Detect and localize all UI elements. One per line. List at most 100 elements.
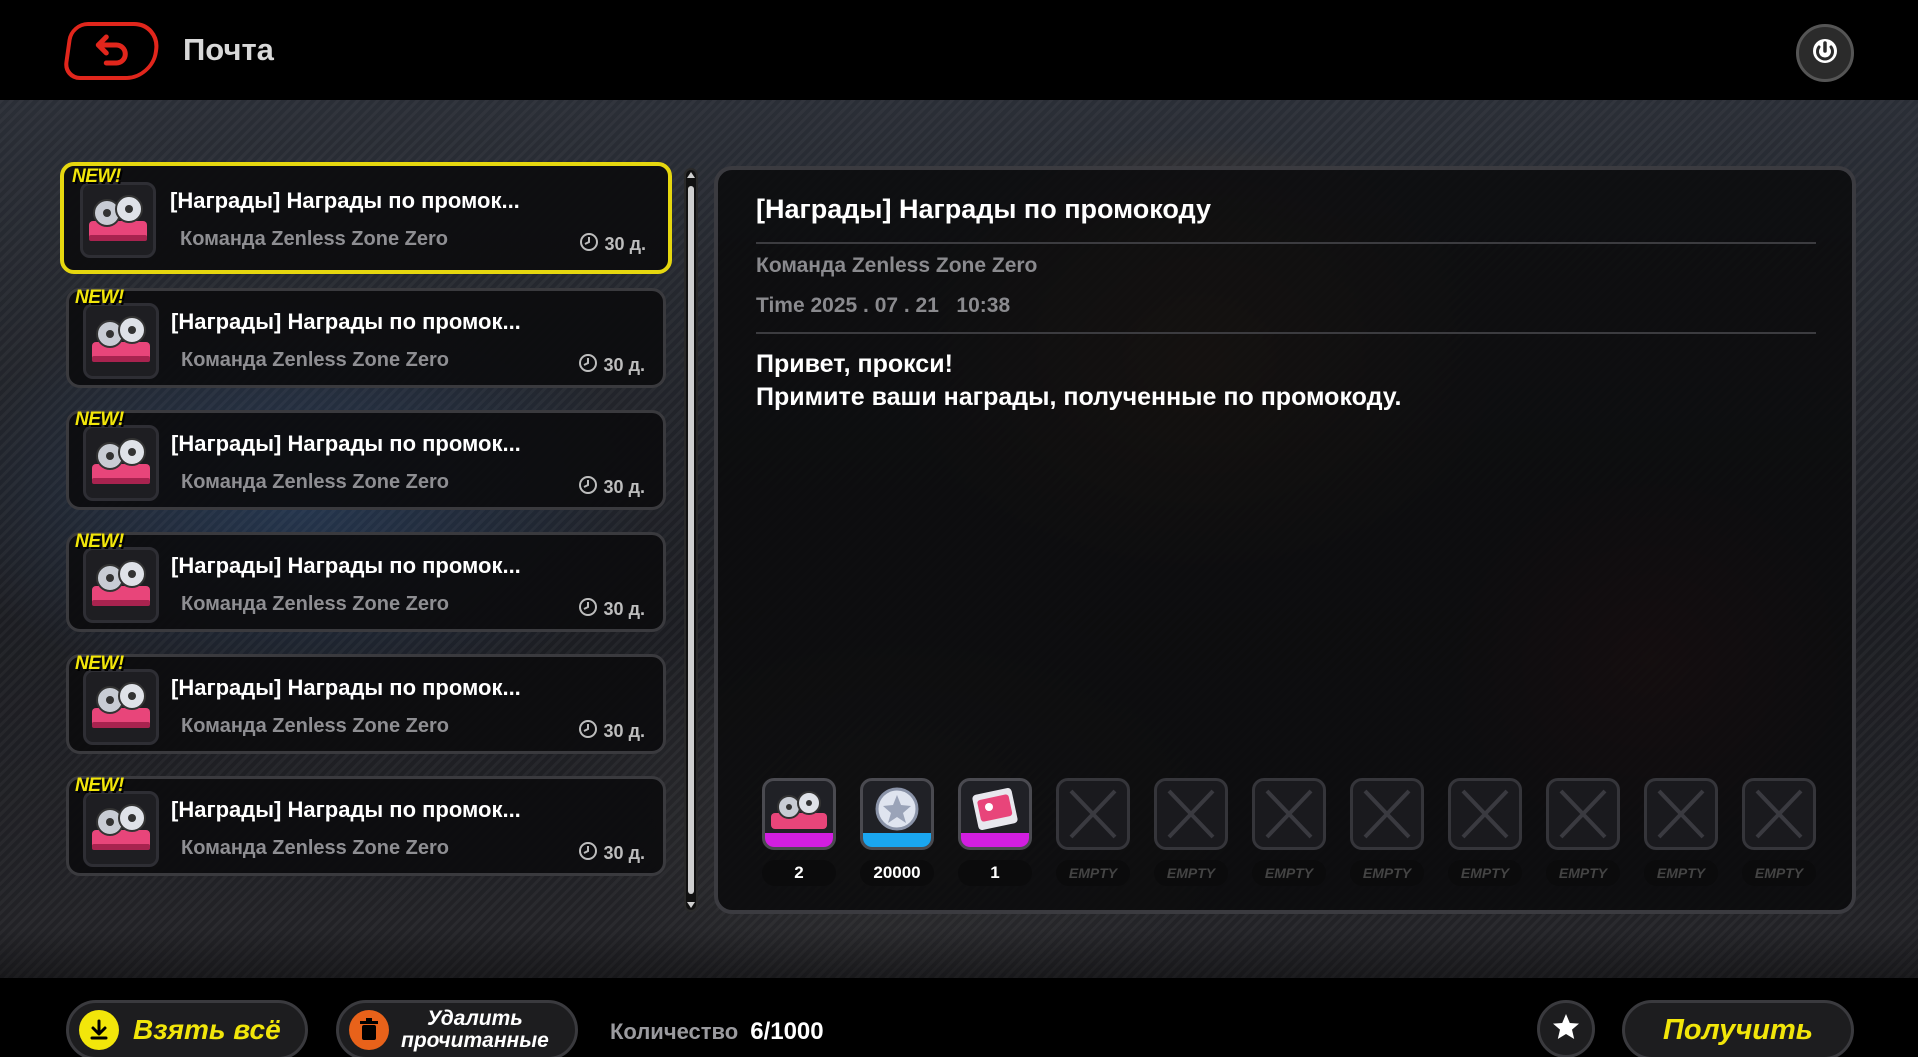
back-arrow-icon: [89, 31, 135, 71]
scroll-up-icon[interactable]: [687, 172, 695, 178]
clock-icon: [578, 841, 598, 866]
detail-title: [Награды] Награды по промокоду: [756, 194, 1212, 224]
mail-item[interactable]: NEW! [Награды] Награды по промок... Кома…: [66, 287, 666, 388]
page-title: Почта: [183, 32, 274, 67]
mail-expire: 30 д.: [578, 597, 645, 622]
mail-item[interactable]: NEW! [Награды] Награды по промок... Кома…: [66, 409, 666, 510]
empty-slot-icon: [1448, 778, 1522, 850]
mail-item[interactable]: NEW! [Награды] Награды по промок... Кома…: [66, 653, 666, 754]
reward-item: EMPTY: [1056, 778, 1130, 886]
clock-icon: [578, 475, 598, 500]
trash-icon: [349, 1010, 389, 1050]
background-shade: [0, 930, 1918, 978]
detail-body: Привет, прокси! Примите ваши награды, по…: [756, 348, 1401, 414]
mail-item[interactable]: NEW! [Награды] Награды по промок... Кома…: [66, 775, 666, 876]
take-all-label: Взять всё: [133, 1014, 281, 1045]
mail-item[interactable]: NEW! [Награды] Награды по промок... Кома…: [60, 162, 672, 274]
reward-count: EMPTY: [1448, 860, 1522, 886]
film-reels-icon: [83, 547, 159, 623]
reward-count: EMPTY: [1546, 860, 1620, 886]
expire-text: 30 д.: [604, 234, 646, 254]
reward-item: EMPTY: [1252, 778, 1326, 886]
favorite-button[interactable]: [1537, 1000, 1595, 1057]
mail-sender: Команда Zenless Zone Zero: [181, 593, 449, 615]
expire-text: 30 д.: [603, 355, 645, 375]
reward-item: EMPTY: [1644, 778, 1718, 886]
new-badge: NEW!: [75, 287, 124, 308]
reward-item[interactable]: 1: [958, 778, 1032, 886]
reward-slot: [860, 778, 934, 850]
clock-icon: [578, 597, 598, 622]
reward-count: EMPTY: [1252, 860, 1326, 886]
reward-slot: [958, 778, 1032, 850]
reward-item[interactable]: 20000: [860, 778, 934, 886]
mail-expire: 30 д.: [578, 475, 645, 500]
detail-sender: Команда Zenless Zone Zero: [756, 254, 1038, 277]
reward-count: 20000: [860, 860, 934, 886]
star-icon: [1551, 1012, 1581, 1046]
download-icon: [79, 1010, 119, 1050]
mail-expire: 30 д.: [578, 719, 645, 744]
empty-slot-icon: [1252, 778, 1326, 850]
empty-slot-icon: [1350, 778, 1424, 850]
empty-slot-icon: [1056, 778, 1130, 850]
rarity-bar: [863, 833, 931, 847]
power-icon: [1809, 35, 1841, 71]
mail-title: [Награды] Награды по промок...: [171, 797, 521, 822]
empty-slot-icon: [1546, 778, 1620, 850]
reward-count: EMPTY: [1742, 860, 1816, 886]
rarity-bar: [765, 833, 833, 847]
reward-count: 2: [762, 860, 836, 886]
new-badge: NEW!: [75, 409, 124, 430]
reward-count: EMPTY: [1056, 860, 1130, 886]
quantity-value: 6/1000: [750, 1018, 824, 1045]
film-reels-icon: [83, 791, 159, 867]
reward-count: EMPTY: [1644, 860, 1718, 886]
new-badge: NEW!: [75, 653, 124, 674]
expire-text: 30 д.: [603, 477, 645, 497]
mail-title: [Награды] Награды по промок...: [171, 431, 521, 456]
scroll-thumb[interactable]: [688, 186, 694, 894]
back-button[interactable]: [61, 22, 163, 80]
mail-title: [Награды] Награды по промок...: [171, 309, 521, 334]
reward-count: EMPTY: [1154, 860, 1228, 886]
reward-item: EMPTY: [1448, 778, 1522, 886]
mail-sender: Команда Zenless Zone Zero: [180, 228, 448, 250]
divider: [756, 242, 1816, 244]
new-badge: NEW!: [72, 166, 121, 187]
body-line: Примите ваши награды, полученные по пром…: [756, 383, 1402, 411]
reward-count: EMPTY: [1350, 860, 1424, 886]
reward-item: EMPTY: [1350, 778, 1424, 886]
film-reels-icon: [80, 182, 156, 258]
mail-item[interactable]: NEW! [Награды] Награды по промок... Кома…: [66, 531, 666, 632]
delete-label-line: Удалить: [427, 1007, 523, 1030]
empty-slot-icon: [1154, 778, 1228, 850]
mail-expire: 30 д.: [578, 353, 645, 378]
mail-quantity: Количество 6/1000: [610, 1018, 824, 1046]
mail-title: [Награды] Награды по промок...: [171, 553, 521, 578]
mail-detail-panel: [Награды] Награды по промокоду Команда Z…: [714, 166, 1856, 914]
body-line: Привет, прокси!: [756, 350, 953, 378]
scroll-down-icon[interactable]: [687, 902, 695, 908]
empty-slot-icon: [1644, 778, 1718, 850]
empty-slot-icon: [1742, 778, 1816, 850]
reward-item: EMPTY: [1154, 778, 1228, 886]
mail-sender: Команда Zenless Zone Zero: [181, 471, 449, 493]
clock-icon: [578, 719, 598, 744]
clock-icon: [578, 353, 598, 378]
delete-read-button[interactable]: Удалить прочитанные: [336, 1000, 578, 1057]
power-button[interactable]: [1796, 24, 1854, 82]
reward-item[interactable]: 2: [762, 778, 836, 886]
mail-expire: 30 д.: [579, 232, 646, 257]
take-all-button[interactable]: Взять всё: [66, 1000, 308, 1057]
expire-text: 30 д.: [603, 843, 645, 863]
mail-sender: Команда Zenless Zone Zero: [181, 349, 449, 371]
header-bar: Почта: [0, 0, 1918, 100]
reward-item: EMPTY: [1546, 778, 1620, 886]
new-badge: NEW!: [75, 531, 124, 552]
mail-expire: 30 д.: [578, 841, 645, 866]
mail-list-scrollbar[interactable]: [684, 168, 698, 912]
mail-sender: Команда Zenless Zone Zero: [181, 837, 449, 859]
new-badge: NEW!: [75, 775, 124, 796]
receive-button[interactable]: Получить: [1622, 1000, 1854, 1057]
